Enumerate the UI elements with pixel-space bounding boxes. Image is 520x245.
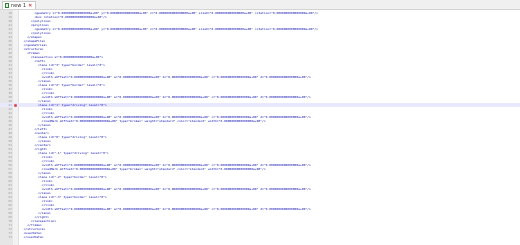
- tab-new-1[interactable]: new 1 ✕: [2, 1, 37, 9]
- file-icon: [5, 3, 9, 8]
- tab-label: new 1: [11, 2, 27, 9]
- editor-window: new 1 ✕ 18 <geometry x="0.00000000000000…: [0, 0, 520, 245]
- text-editor[interactable]: 18 <geometry x="0.0000000000000000e+00" …: [0, 10, 520, 245]
- line-text[interactable]: </userData>: [20, 235, 44, 239]
- code-line[interactable]: 74 </userData>: [0, 235, 520, 239]
- tab-bar: new 1 ✕: [0, 0, 520, 10]
- close-icon[interactable]: ✕: [28, 3, 32, 9]
- line-number: 74: [8, 235, 12, 239]
